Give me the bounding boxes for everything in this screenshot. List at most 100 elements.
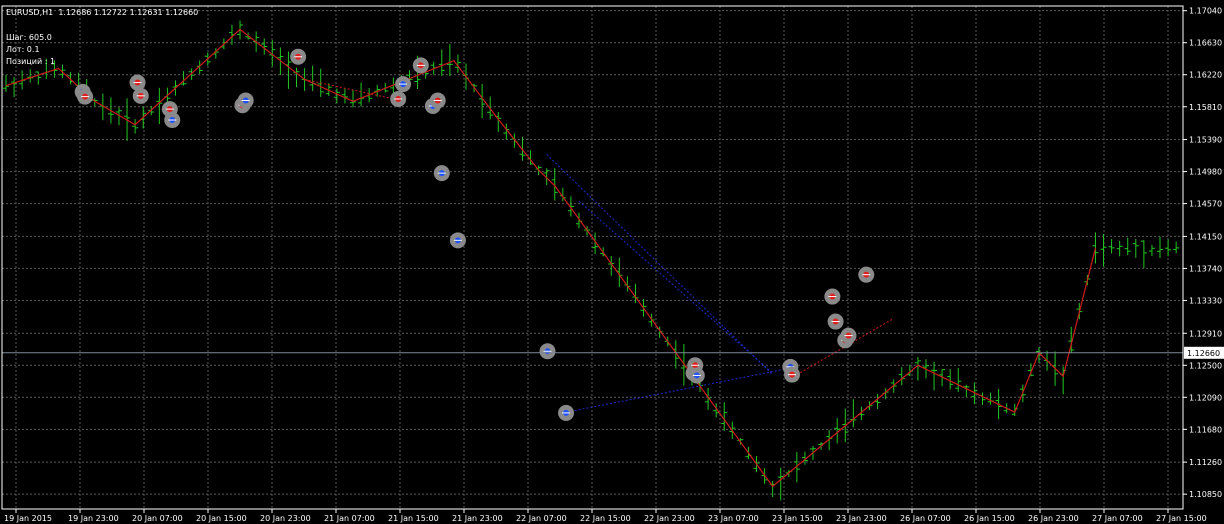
candle — [979, 392, 986, 406]
candle — [1173, 241, 1180, 254]
trade-marker — [129, 74, 146, 91]
time-tick-label: 23 Jan 23:00 — [836, 514, 887, 523]
candle — [672, 340, 679, 369]
candle — [987, 392, 994, 405]
candle — [1140, 240, 1147, 268]
trade-marker — [429, 92, 446, 109]
time-tick-label: 23 Jan 15:00 — [772, 514, 823, 523]
candle — [567, 196, 574, 217]
time-tick-label: 21 Jan 15:00 — [388, 514, 439, 523]
trade-marker — [539, 343, 556, 360]
price-tick-label: 1.10850 — [1189, 490, 1222, 499]
time-tick-label: 26 Jan 15:00 — [964, 514, 1015, 523]
trade-marker — [237, 92, 254, 109]
candle — [3, 75, 9, 92]
time-tick-label: 20 Jan 15:00 — [196, 514, 247, 523]
trade-marker — [77, 88, 94, 105]
trade-marker — [433, 165, 450, 182]
candle — [1060, 366, 1067, 395]
trade-marker — [840, 327, 857, 344]
trend-lines — [546, 154, 789, 414]
price-tick-label: 1.16220 — [1189, 71, 1222, 80]
price-chart[interactable]: 1.17040 1.16630 1.16220 1.15810 1.15390 1.149… — [0, 0, 1224, 524]
price-tick-label: 1.11260 — [1189, 458, 1222, 467]
price-tick-label: 1.14150 — [1189, 232, 1222, 241]
price-tick-label: 1.14980 — [1189, 168, 1222, 177]
grid — [2, 6, 1183, 509]
trend-line — [546, 154, 773, 376]
symbol-label: EURUSD,H1 — [6, 8, 54, 17]
trade-marker — [449, 232, 466, 249]
candle — [293, 67, 300, 88]
trade-marker — [164, 112, 181, 129]
price-tick-label: 1.12910 — [1189, 329, 1222, 338]
price-axis: 1.17040 1.16630 1.16220 1.15810 1.15390 1.149… — [1183, 7, 1222, 499]
lot-label: Лот: 0.1 — [6, 45, 40, 54]
candle — [858, 406, 865, 420]
candle — [350, 89, 357, 108]
time-tick-label: 27 Jan 07:00 — [1092, 514, 1143, 523]
candle — [963, 384, 970, 397]
price-tick-label: 1.15810 — [1189, 103, 1222, 112]
time-tick-label: 26 Jan 07:00 — [900, 514, 951, 523]
time-tick-label: 21 Jan 23:00 — [452, 514, 503, 523]
time-tick-label: 22 Jan 23:00 — [644, 514, 695, 523]
trade-marker — [827, 313, 844, 330]
trade-marker — [824, 288, 841, 305]
ohlc-values: 1.12686 1.12722 1.12631 1.12660 — [58, 8, 199, 17]
candle — [914, 357, 921, 381]
candle — [955, 367, 962, 392]
trade-marker — [558, 404, 575, 421]
trade-marker — [132, 87, 149, 104]
candle — [35, 71, 42, 85]
trade-marker — [395, 76, 412, 93]
candle — [511, 133, 518, 148]
time-tick-label: 21 Jan 07:00 — [324, 514, 375, 523]
trade-marker — [784, 366, 801, 383]
time-tick-label: 20 Jan 23:00 — [260, 514, 311, 523]
time-tick-label: 22 Jan 15:00 — [580, 514, 631, 523]
candle — [438, 49, 445, 76]
candle — [575, 212, 582, 229]
candle — [156, 87, 163, 125]
candle — [1116, 240, 1123, 257]
trade-marker — [390, 90, 407, 107]
trade-marker — [688, 367, 705, 384]
candle — [931, 361, 938, 391]
candle — [1148, 245, 1155, 256]
trend-line — [562, 367, 789, 414]
step-label: Шаг: 605.0 — [6, 33, 52, 42]
chart-header: EURUSD,H1 1.12686 1.12722 1.12631 1.1266… — [6, 8, 198, 17]
candle — [777, 467, 784, 501]
trade-marker — [412, 57, 429, 74]
trade-marker — [858, 266, 875, 283]
candle — [1165, 239, 1172, 257]
time-tick-label: 22 Jan 07:00 — [516, 514, 567, 523]
time-tick-label: 23 Jan 07:00 — [708, 514, 759, 523]
candle — [358, 82, 365, 107]
candle — [1100, 234, 1107, 267]
current-price-label: 1.12660 — [1187, 349, 1220, 358]
price-tick-label: 1.16630 — [1189, 39, 1222, 48]
price-tick-label: 1.13740 — [1189, 264, 1222, 273]
trade-marker — [290, 48, 307, 65]
price-tick-label: 1.11680 — [1189, 425, 1222, 434]
time-tick-label: 20 Jan 07:00 — [132, 514, 183, 523]
candle — [705, 387, 712, 410]
price-tick-label: 1.15390 — [1189, 136, 1222, 145]
candle — [1124, 237, 1131, 256]
candle — [309, 65, 316, 91]
plot-frame — [1, 5, 1184, 510]
price-tick-label: 1.12090 — [1189, 393, 1222, 402]
time-axis: 19 Jan 2015 19 Jan 23:00 20 Jan 07:00 20 Ja… — [4, 509, 1207, 523]
candle — [1027, 363, 1034, 377]
candles — [3, 20, 1180, 501]
time-tick-label: 26 Jan 23:00 — [1028, 514, 1079, 523]
price-tick-label: 1.12500 — [1189, 361, 1222, 370]
candle — [826, 430, 833, 451]
candle — [850, 399, 857, 428]
price-tick-label: 1.13330 — [1189, 296, 1222, 305]
candle — [1068, 326, 1075, 353]
candle — [1132, 238, 1139, 258]
price-tick-label: 1.17040 — [1189, 7, 1222, 16]
